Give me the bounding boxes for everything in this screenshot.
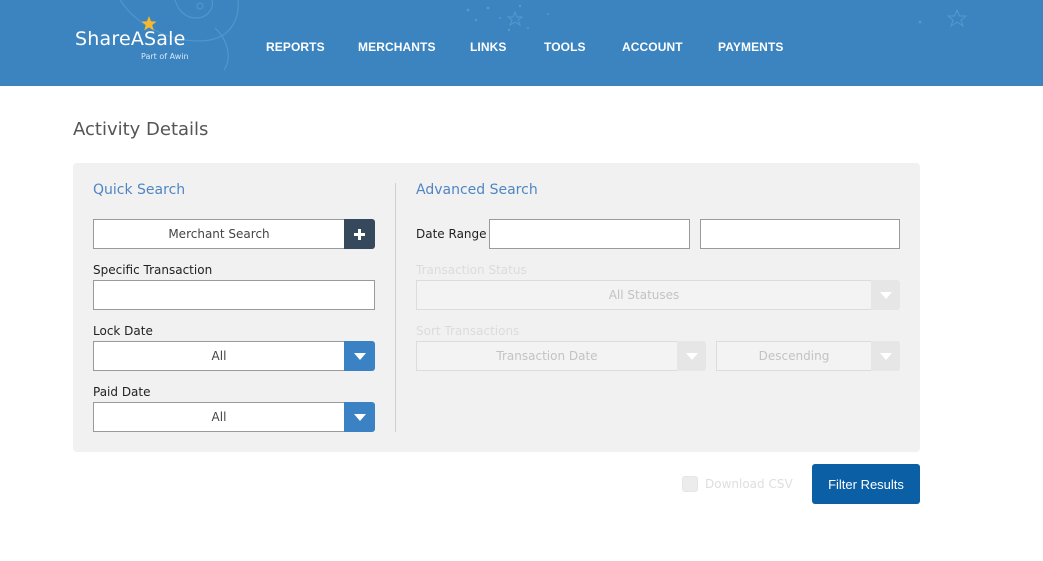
brand-name: ShareASale — [75, 28, 186, 50]
nav-links[interactable]: LINKS — [470, 40, 507, 54]
specific-transaction-input[interactable] — [93, 280, 375, 310]
lock-date-select[interactable]: All — [93, 341, 345, 371]
nav-tools[interactable]: TOOLS — [544, 40, 586, 54]
download-csv-checkbox[interactable] — [682, 476, 698, 492]
download-csv-label: Download CSV — [705, 477, 793, 491]
specific-transaction-label: Specific Transaction — [93, 263, 213, 277]
brand-logo[interactable]: ShareASale Part of Awin — [75, 16, 189, 61]
sort-field-dropdown-button[interactable] — [677, 341, 706, 371]
advanced-search-title: Advanced Search — [416, 182, 538, 198]
filter-results-button[interactable]: Filter Results — [812, 464, 920, 504]
download-csv-option[interactable]: Download CSV — [682, 476, 793, 492]
lock-date-dropdown-button[interactable] — [344, 341, 375, 371]
paid-date-select[interactable]: All — [93, 402, 345, 432]
star-icon — [141, 16, 157, 31]
sort-order-select[interactable]: Descending — [716, 341, 872, 371]
top-header: ShareASale Part of Awin REPORTS MERCHANT… — [0, 0, 1043, 86]
nav-merchants[interactable]: MERCHANTS — [358, 40, 436, 54]
nav-payments[interactable]: PAYMENTS — [718, 40, 783, 54]
caret-down-icon — [879, 291, 892, 299]
caret-down-icon — [879, 352, 892, 360]
lock-date-label: Lock Date — [93, 324, 153, 338]
brand-subtitle: Part of Awin — [141, 52, 189, 61]
sort-order-dropdown-button[interactable] — [871, 341, 900, 371]
panel-divider — [395, 183, 396, 432]
paid-date-dropdown-button[interactable] — [344, 402, 375, 432]
plus-icon — [354, 228, 365, 240]
sort-field-select[interactable]: Transaction Date — [416, 341, 678, 371]
nav-reports[interactable]: REPORTS — [266, 40, 325, 54]
transaction-status-label: Transaction Status — [416, 263, 527, 277]
nav-account[interactable]: ACCOUNT — [622, 40, 683, 54]
transaction-status-dropdown-button[interactable] — [871, 280, 900, 310]
date-range-end-input[interactable] — [700, 219, 900, 249]
date-range-start-input[interactable] — [489, 219, 690, 249]
add-merchant-button[interactable] — [344, 219, 375, 249]
transaction-status-select[interactable]: All Statuses — [416, 280, 872, 310]
search-panel: Quick Search Merchant Search Specific Tr… — [73, 163, 920, 452]
caret-down-icon — [685, 352, 698, 360]
caret-down-icon — [353, 413, 366, 421]
caret-down-icon — [353, 352, 366, 360]
page-title: Activity Details — [73, 119, 209, 140]
sort-transactions-label: Sort Transactions — [416, 324, 520, 338]
quick-search-title: Quick Search — [93, 182, 186, 198]
date-range-label: Date Range — [416, 227, 487, 241]
merchant-search-field[interactable]: Merchant Search — [93, 219, 345, 249]
paid-date-label: Paid Date — [93, 385, 151, 399]
